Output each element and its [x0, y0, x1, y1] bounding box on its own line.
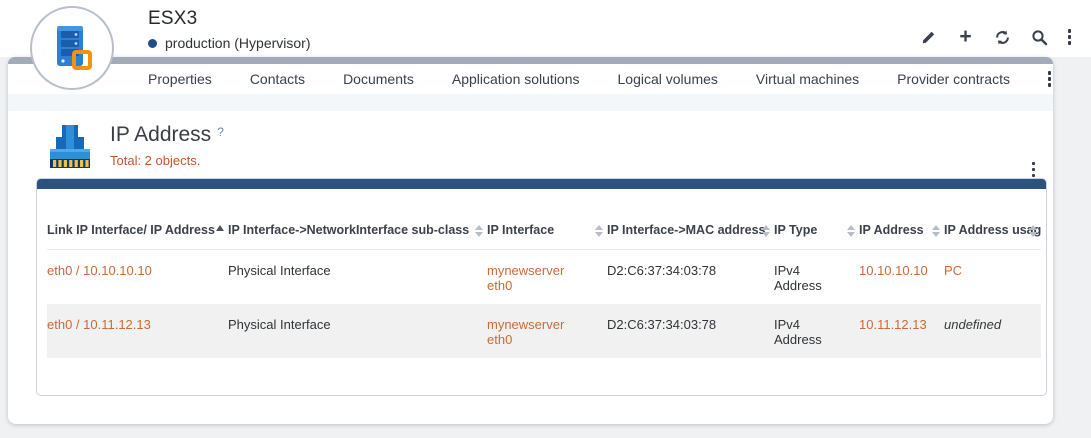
column-header-ip-address[interactable]: IP Address	[859, 223, 944, 250]
tab-properties[interactable]: Properties	[148, 71, 212, 87]
sort-both-icon[interactable]	[475, 225, 483, 237]
ip-type-value: IPv4 Address	[774, 263, 822, 293]
sort-both-icon[interactable]	[595, 225, 603, 237]
page-header: ESX3 production (Hypervisor) +	[0, 0, 1091, 57]
page-title: ESX3	[148, 8, 197, 30]
ip-interface-link[interactable]: mynewserver eth0	[487, 317, 564, 347]
column-header-subclass[interactable]: IP Interface->NetworkInterface sub-class	[228, 223, 487, 250]
column-header-link-ip-interface[interactable]: Link IP Interface/ IP Address	[47, 223, 228, 250]
object-details-card: Properties Contacts Documents Applicatio…	[8, 57, 1053, 424]
sort-both-icon[interactable]	[1029, 225, 1037, 237]
subtab-strip	[8, 94, 1053, 111]
column-header-ip-type[interactable]: IP Type	[774, 223, 859, 250]
status-label: production (Hypervisor)	[165, 35, 311, 51]
add-plus-icon[interactable]: +	[957, 28, 975, 46]
ip-type-value: IPv4 Address	[774, 317, 822, 347]
header-toolbar: +	[920, 28, 1072, 46]
sort-asc-icon[interactable]	[216, 225, 224, 231]
tab-virtual-machines[interactable]: Virtual machines	[756, 71, 859, 87]
tab-provider-contracts[interactable]: Provider contracts	[897, 71, 1010, 87]
ip-address-usage-link[interactable]: PC	[944, 263, 962, 278]
section-total-count: Total: 2 objects.	[110, 153, 224, 168]
search-icon[interactable]	[1031, 28, 1049, 46]
card-top-strip	[8, 57, 1053, 64]
ip-address-usage-undefined: undefined	[944, 317, 1001, 332]
ip-interface-link[interactable]: mynewserver eth0	[487, 263, 564, 293]
tab-logical-volumes[interactable]: Logical volumes	[618, 71, 718, 87]
refresh-icon[interactable]	[994, 28, 1012, 46]
column-header-ip-interface[interactable]: IP Interface	[487, 223, 607, 250]
section-more-kebab-icon[interactable]	[1032, 162, 1036, 178]
header-more-kebab-icon[interactable]	[1068, 29, 1072, 45]
mac-address-value: D2:C6:37:34:03:78	[607, 317, 716, 332]
subclass-value: Physical Interface	[228, 317, 331, 332]
status-dot-icon	[148, 39, 157, 48]
subclass-value: Physical Interface	[228, 263, 331, 278]
table-row[interactable]: eth0 / 10.11.12.13 Physical Interface my…	[47, 304, 1041, 358]
tab-documents[interactable]: Documents	[343, 71, 414, 87]
ip-address-link[interactable]: 10.11.12.13	[859, 317, 927, 332]
object-avatar	[30, 6, 114, 90]
tab-application-solutions[interactable]: Application solutions	[452, 71, 580, 87]
sort-both-icon[interactable]	[762, 225, 770, 237]
link-ip-interface-link[interactable]: eth0 / 10.11.12.13	[47, 317, 151, 332]
sort-both-icon[interactable]	[932, 225, 940, 237]
table-header-row: Link IP Interface/ IP Address IP Interfa…	[47, 223, 1041, 250]
tab-bar: Properties Contacts Documents Applicatio…	[8, 64, 1053, 94]
edit-pencil-icon[interactable]	[920, 28, 938, 46]
ip-address-table: Link IP Interface/ IP Address IP Interfa…	[47, 223, 1041, 358]
ip-address-table-panel: Link IP Interface/ IP Address IP Interfa…	[36, 178, 1047, 396]
table-row[interactable]: eth0 / 10.10.10.10 Physical Interface my…	[47, 250, 1041, 304]
rj45-network-icon	[46, 123, 94, 171]
tab-contacts[interactable]: Contacts	[250, 71, 305, 87]
ip-address-link[interactable]: 10.10.10.10	[859, 263, 928, 278]
help-icon[interactable]: ?	[217, 125, 224, 139]
column-header-mac-address[interactable]: IP Interface->MAC address	[607, 223, 774, 250]
esx-server-icon	[47, 23, 97, 73]
link-ip-interface-link[interactable]: eth0 / 10.10.10.10	[47, 263, 152, 278]
status-line: production (Hypervisor)	[148, 35, 311, 51]
table-accent-bar	[37, 179, 1046, 189]
section-header: IP Address ? Total: 2 objects.	[46, 123, 1043, 171]
section-title: IP Address	[110, 123, 211, 147]
mac-address-value: D2:C6:37:34:03:78	[607, 263, 716, 278]
column-header-ip-address-usage[interactable]: IP Address usage	[944, 223, 1041, 250]
sort-both-icon[interactable]	[847, 225, 855, 237]
tabs-more-kebab-icon[interactable]	[1048, 71, 1052, 87]
